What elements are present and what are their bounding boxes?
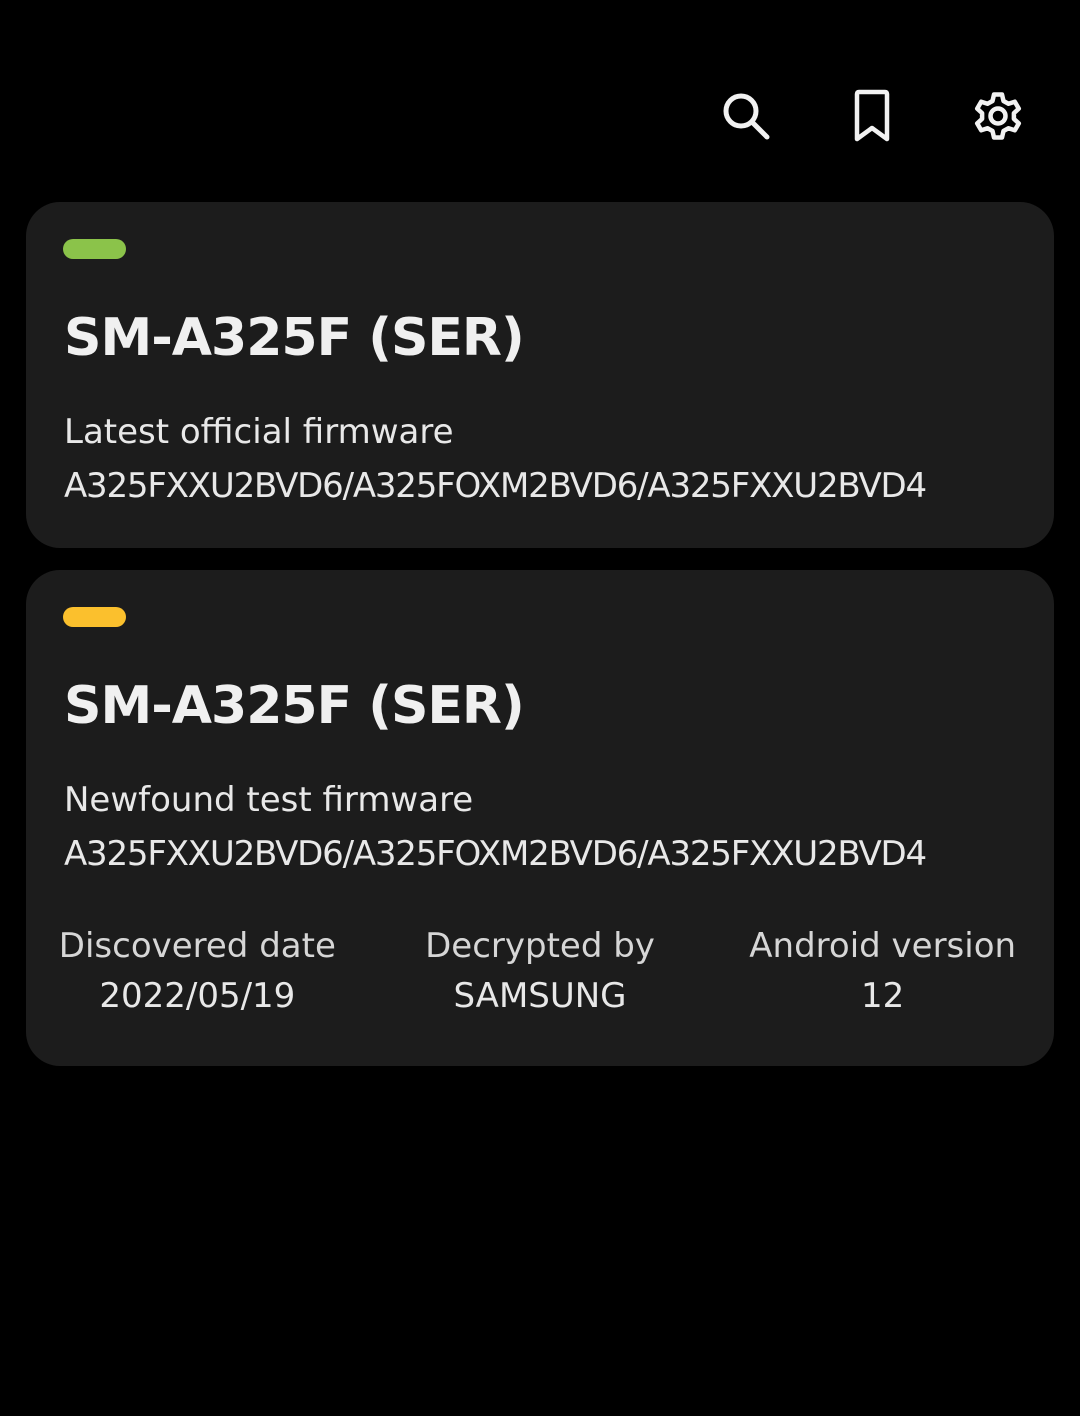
detail-value: SAMSUNG xyxy=(453,976,627,1016)
model-title: SM-A325F (SER) xyxy=(64,676,525,736)
detail-value: 12 xyxy=(861,976,905,1016)
bookmark-button[interactable] xyxy=(838,80,906,152)
settings-button[interactable] xyxy=(964,80,1032,152)
firmware-details: Discovered date 2022/05/19 Decrypted by … xyxy=(26,926,1054,1016)
firmware-type: Newfound test firmware xyxy=(64,780,474,820)
firmware-card-test[interactable]: SM-A325F (SER) Newfound test firmware A3… xyxy=(26,570,1054,1066)
firmware-version: A325FXXU2BVD6/A325FOXM2BVD6/A325FXXU2BVD… xyxy=(64,466,927,506)
detail-label: Android version xyxy=(749,926,1017,966)
detail-label: Discovered date xyxy=(58,926,336,966)
search-icon xyxy=(723,93,770,140)
firmware-card-official[interactable]: SM-A325F (SER) Latest official firmware … xyxy=(26,202,1054,548)
status-indicator xyxy=(63,607,126,627)
firmware-type: Latest official firmware xyxy=(64,412,454,452)
detail-android-version: Android version 12 xyxy=(711,926,1054,1016)
search-button[interactable] xyxy=(712,80,780,152)
detail-value: 2022/05/19 xyxy=(99,976,296,1016)
detail-decrypted-by: Decrypted by SAMSUNG xyxy=(369,926,712,1016)
bookmark-icon xyxy=(854,89,890,142)
model-title: SM-A325F (SER) xyxy=(64,308,525,368)
firmware-version: A325FXXU2BVD6/A325FOXM2BVD6/A325FXXU2BVD… xyxy=(64,834,927,874)
top-toolbar xyxy=(712,80,1032,152)
status-indicator xyxy=(63,239,126,259)
detail-discovered-date: Discovered date 2022/05/19 xyxy=(26,926,369,1016)
detail-label: Decrypted by xyxy=(425,926,655,966)
gear-icon xyxy=(974,92,1022,140)
